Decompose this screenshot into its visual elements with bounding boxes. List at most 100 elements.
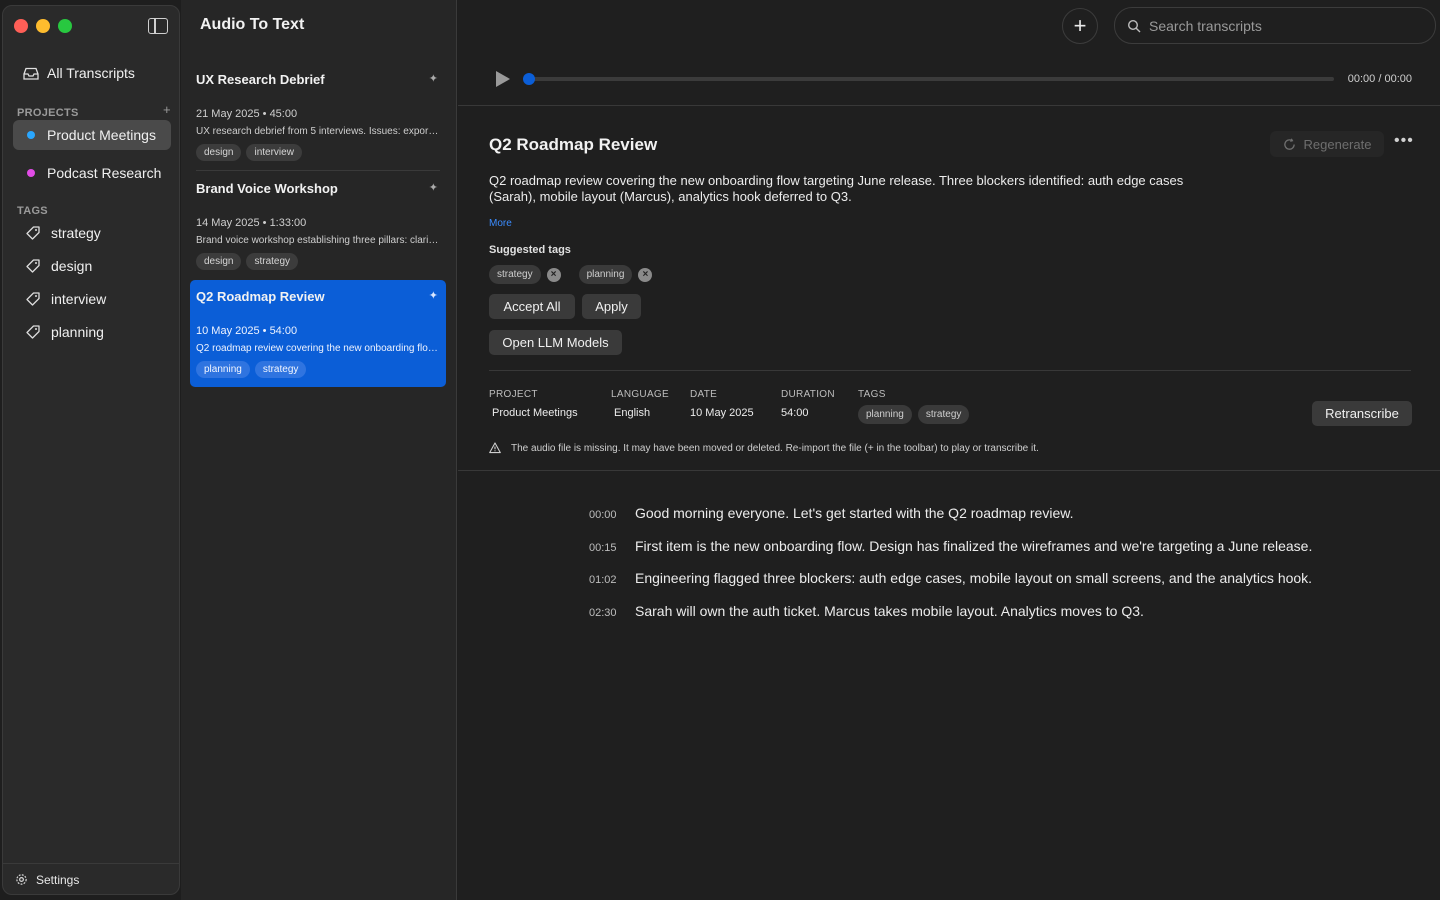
search-field[interactable]	[1114, 7, 1436, 44]
segment-timestamp[interactable]: 02:30	[589, 607, 619, 619]
sidebar: All Transcripts PROJECTS + Product Meeti…	[2, 5, 180, 895]
segment-timestamp[interactable]: 00:15	[589, 542, 619, 554]
sidebar-tag-label: strategy	[51, 225, 101, 241]
transcript-card-brand-voice-workshop[interactable]: Brand Voice Workshop ✦ 14 May 2025 • 1:3…	[190, 173, 446, 273]
transcript-card-q2-roadmap-review[interactable]: Q2 Roadmap Review ✦ 10 May 2025 • 54:00 …	[190, 280, 446, 387]
sparkle-icon[interactable]: ✦	[429, 289, 438, 302]
warning-icon	[489, 442, 501, 454]
summary-text: Q2 roadmap review covering the new onboa…	[489, 173, 1184, 204]
segment-text: Engineering flagged three blockers: auth…	[635, 570, 1313, 586]
add-project-button[interactable]: +	[163, 102, 171, 117]
accept-all-button[interactable]: Accept All	[489, 294, 575, 319]
settings-button[interactable]: Settings	[3, 863, 179, 895]
suggested-tags-label: Suggested tags	[489, 244, 571, 256]
transcript-card-ux-research-debrief[interactable]: UX Research Debrief ✦ 21 May 2025 • 45:0…	[190, 64, 446, 164]
segment-timestamp[interactable]: 01:02	[589, 574, 619, 586]
transcript-segment[interactable]: 02:30 Sarah will own the auth ticket. Ma…	[589, 603, 1144, 619]
tag-chip: interview	[246, 144, 302, 161]
remove-tag-icon[interactable]: ×	[638, 267, 653, 282]
app-title: Audio To Text	[200, 16, 305, 33]
search-input[interactable]	[1149, 17, 1409, 34]
language-label: LANGUAGE	[611, 389, 669, 400]
page-title: Q2 Roadmap Review	[489, 135, 658, 154]
sparkle-icon[interactable]: ✦	[429, 72, 438, 85]
sidebar-tag-label: design	[51, 258, 93, 274]
sidebar-tag-label: planning	[51, 324, 104, 340]
retranscribe-button[interactable]: Retranscribe	[1312, 401, 1412, 426]
regenerate-button[interactable]: Regenerate	[1270, 131, 1384, 157]
project-color-dot	[27, 131, 35, 139]
date-value: 10 May 2025	[690, 407, 754, 419]
card-description: Q2 roadmap review covering the new onboa…	[196, 343, 440, 354]
card-description: Brand voice workshop establishing three …	[196, 235, 440, 246]
tag-chip[interactable]: planning	[858, 405, 912, 424]
card-divider	[196, 170, 440, 171]
sparkle-icon[interactable]: ✦	[429, 181, 438, 194]
sidebar-item-label: Podcast Research	[47, 165, 162, 181]
play-icon[interactable]	[496, 71, 510, 87]
sidebar-toggle-icon[interactable]	[148, 18, 168, 34]
tag-chip: design	[196, 253, 242, 270]
more-link[interactable]: More	[489, 218, 512, 229]
card-meta: 14 May 2025 • 1:33:00	[196, 217, 307, 229]
nav-all-transcripts[interactable]: All Transcripts	[13, 59, 171, 87]
card-description: UX research debrief from 5 interviews. I…	[196, 126, 440, 137]
open-llm-models-button[interactable]: Open LLM Models	[489, 330, 622, 355]
card-title: UX Research Debrief	[196, 72, 325, 87]
project-color-dot	[27, 169, 35, 177]
project-value: Product Meetings	[492, 407, 578, 419]
add-transcript-button[interactable]: +	[1062, 8, 1098, 44]
segment-text: Good morning everyone. Let's get started…	[635, 505, 1074, 521]
sidebar-item-label: Product Meetings	[47, 127, 156, 143]
window-controls	[14, 19, 72, 33]
tag-icon	[26, 226, 40, 240]
inbox-icon	[23, 67, 39, 80]
transcript-segment[interactable]: 00:00 Good morning everyone. Let's get s…	[589, 505, 1073, 521]
apply-button[interactable]: Apply	[582, 294, 641, 319]
scrubber-knob[interactable]	[523, 73, 535, 85]
divider	[489, 370, 1411, 371]
gear-icon	[16, 874, 27, 885]
tag-icon	[26, 292, 40, 306]
tag-chip: strategy	[254, 361, 307, 378]
meta-tags: planning strategy	[858, 405, 970, 424]
sidebar-tag-interview[interactable]: interview	[13, 285, 171, 313]
sidebar-tag-planning[interactable]: planning	[13, 318, 171, 346]
card-title: Q2 Roadmap Review	[196, 289, 325, 304]
zoom-window-button[interactable]	[58, 19, 72, 33]
search-icon	[1127, 19, 1141, 32]
sidebar-item-product-meetings[interactable]: Product Meetings	[13, 120, 171, 150]
sidebar-tag-strategy[interactable]: strategy	[13, 219, 171, 247]
divider	[458, 470, 1440, 471]
close-window-button[interactable]	[14, 19, 28, 33]
tag-chip[interactable]: strategy	[917, 405, 970, 424]
segment-timestamp[interactable]: 00:00	[589, 509, 619, 521]
suggested-tag-chip[interactable]: strategy	[489, 265, 541, 284]
transcript-segment[interactable]: 01:02 Engineering flagged three blockers…	[589, 570, 1312, 586]
suggested-tag-chip[interactable]: planning	[578, 265, 633, 284]
card-meta: 10 May 2025 • 54:00	[196, 325, 298, 337]
suggested-tags: strategy × planning ×	[489, 265, 664, 284]
minimize-window-button[interactable]	[36, 19, 50, 33]
duration-value: 54:00	[781, 407, 809, 419]
segment-text: Sarah will own the auth ticket. Marcus t…	[635, 603, 1144, 619]
tag-icon	[26, 325, 40, 339]
missing-audio-warning: The audio file is missing. It may have b…	[489, 442, 1039, 454]
nav-all-transcripts-label: All Transcripts	[47, 65, 135, 81]
duration-label: DURATION	[781, 389, 835, 400]
sidebar-item-podcast-research[interactable]: Podcast Research	[13, 158, 171, 188]
toolbar: +	[458, 0, 1440, 52]
language-value: English	[614, 407, 651, 419]
remove-tag-icon[interactable]: ×	[546, 267, 561, 282]
tags-label: TAGS	[858, 389, 886, 400]
playback-scrubber[interactable]	[528, 77, 1334, 81]
projects-section-label: PROJECTS	[17, 107, 79, 119]
card-tags: planning strategy	[196, 361, 307, 378]
audio-player: 00:00 / 00:00	[458, 52, 1440, 106]
settings-label: Settings	[36, 872, 80, 887]
transcript-segment[interactable]: 00:15 First item is the new onboarding f…	[589, 538, 1312, 554]
sidebar-tag-design[interactable]: design	[13, 252, 171, 280]
sidebar-tag-label: interview	[51, 291, 107, 307]
tag-chip: planning	[196, 361, 250, 378]
more-options-icon[interactable]: •••	[1394, 132, 1414, 150]
